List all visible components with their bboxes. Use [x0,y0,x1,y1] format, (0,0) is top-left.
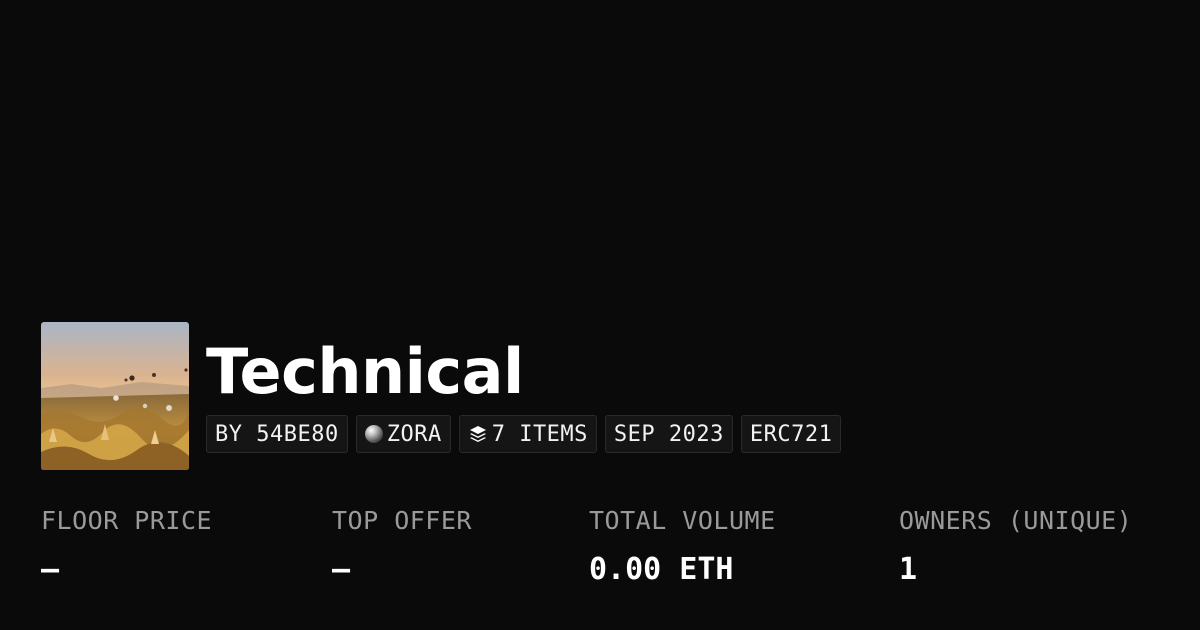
creator-tag[interactable]: BY 54BE80 [206,415,348,453]
collection-tags: BY 54BE80 ZORA 7 ITEMS SEP 2023 ERC721 [206,415,842,453]
date-tag: SEP 2023 [604,415,733,453]
stat-top-offer: TOP OFFER – [332,500,472,594]
creator-label: BY 54BE80 [215,421,339,447]
stat-value: – [41,552,60,587]
stat-value: – [332,552,351,587]
stat-value: 1 [899,552,918,587]
chain-tag[interactable]: ZORA [355,415,451,453]
date-label: SEP 2023 [613,421,724,447]
stat-total-volume: TOTAL VOLUME 0.00 ETH [589,500,776,594]
sphere-icon [364,425,383,443]
collection-thumbnail [41,322,189,470]
standard-tag: ERC721 [740,415,842,453]
layers-icon [469,426,486,442]
stat-value: 0.00 ETH [589,552,734,587]
stat-owners: OWNERS (UNIQUE) 1 [899,500,1132,594]
stat-label: OWNERS (UNIQUE) [899,506,1133,535]
stat-label: TOTAL VOLUME [589,506,776,535]
stat-label: FLOOR PRICE [41,506,213,535]
stat-floor-price: FLOOR PRICE – [41,500,212,594]
chain-label: ZORA [386,421,442,447]
stat-label: TOP OFFER [332,506,472,535]
items-label: 7 ITEMS [491,421,588,447]
collection-title: Technical [206,335,524,408]
items-tag[interactable]: 7 ITEMS [458,415,597,453]
standard-label: ERC721 [749,421,833,447]
